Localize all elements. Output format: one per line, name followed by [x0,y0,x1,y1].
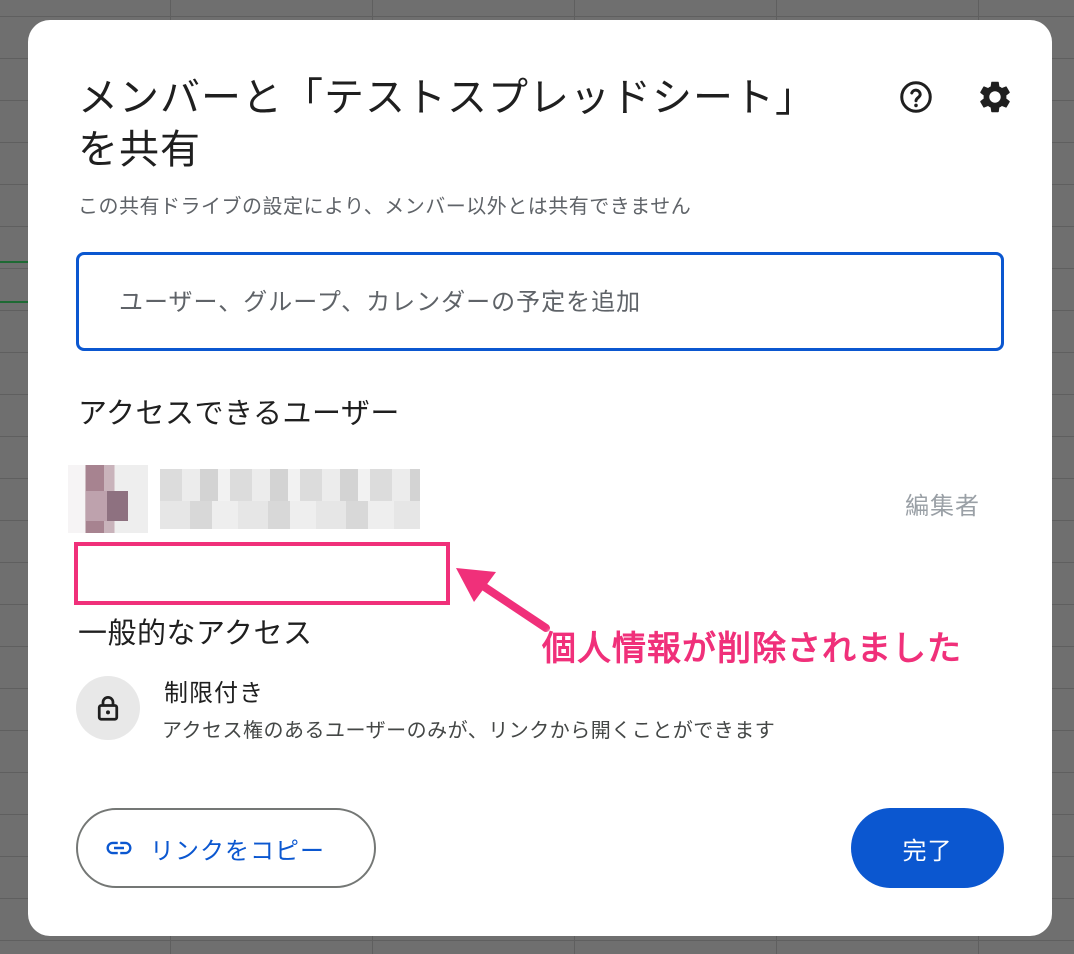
copy-link-label: リンクをコピー [150,836,325,865]
spreadsheet-selected-cell [0,261,28,303]
add-people-input[interactable] [119,287,1001,316]
sharing-restriction-notice: この共有ドライブの設定により、メンバー以外とは共有できません [78,194,692,218]
add-people-field[interactable] [76,252,1004,351]
help-button[interactable] [895,76,937,118]
settings-button[interactable] [974,76,1016,118]
dialog-title: メンバーと「テストスプレッドシート」を共有 [78,75,796,173]
people-with-access-heading: アクセスできるユーザー [78,396,400,430]
user-role-label: 編集者 [905,492,980,520]
annotation-label: 個人情報が削除されました [542,629,962,669]
avatar [68,465,148,533]
general-access-icon-button [76,676,140,740]
general-access-heading: 一般的なアクセス [78,616,313,650]
share-dialog: メンバーと「テストスプレッドシート」を共有 この共有ドライブの設定により、メンバ… [28,20,1052,936]
done-button[interactable]: 完了 [851,808,1004,888]
done-label: 完了 [902,836,953,865]
annotation-arrow-icon [456,568,550,632]
link-icon [106,841,132,855]
general-access-level-dropdown[interactable]: 制限付き [164,673,264,708]
copy-link-button[interactable]: リンクをコピー [76,808,376,888]
gear-icon [980,81,1010,113]
general-access-description: アクセス権のあるユーザーのみが、リンクから開くことができます [162,718,776,742]
redaction-box [74,542,450,605]
user-row [68,465,1008,537]
lock-icon [97,696,119,721]
help-circle-icon [900,81,932,113]
user-name-email-pixelated [160,469,420,529]
